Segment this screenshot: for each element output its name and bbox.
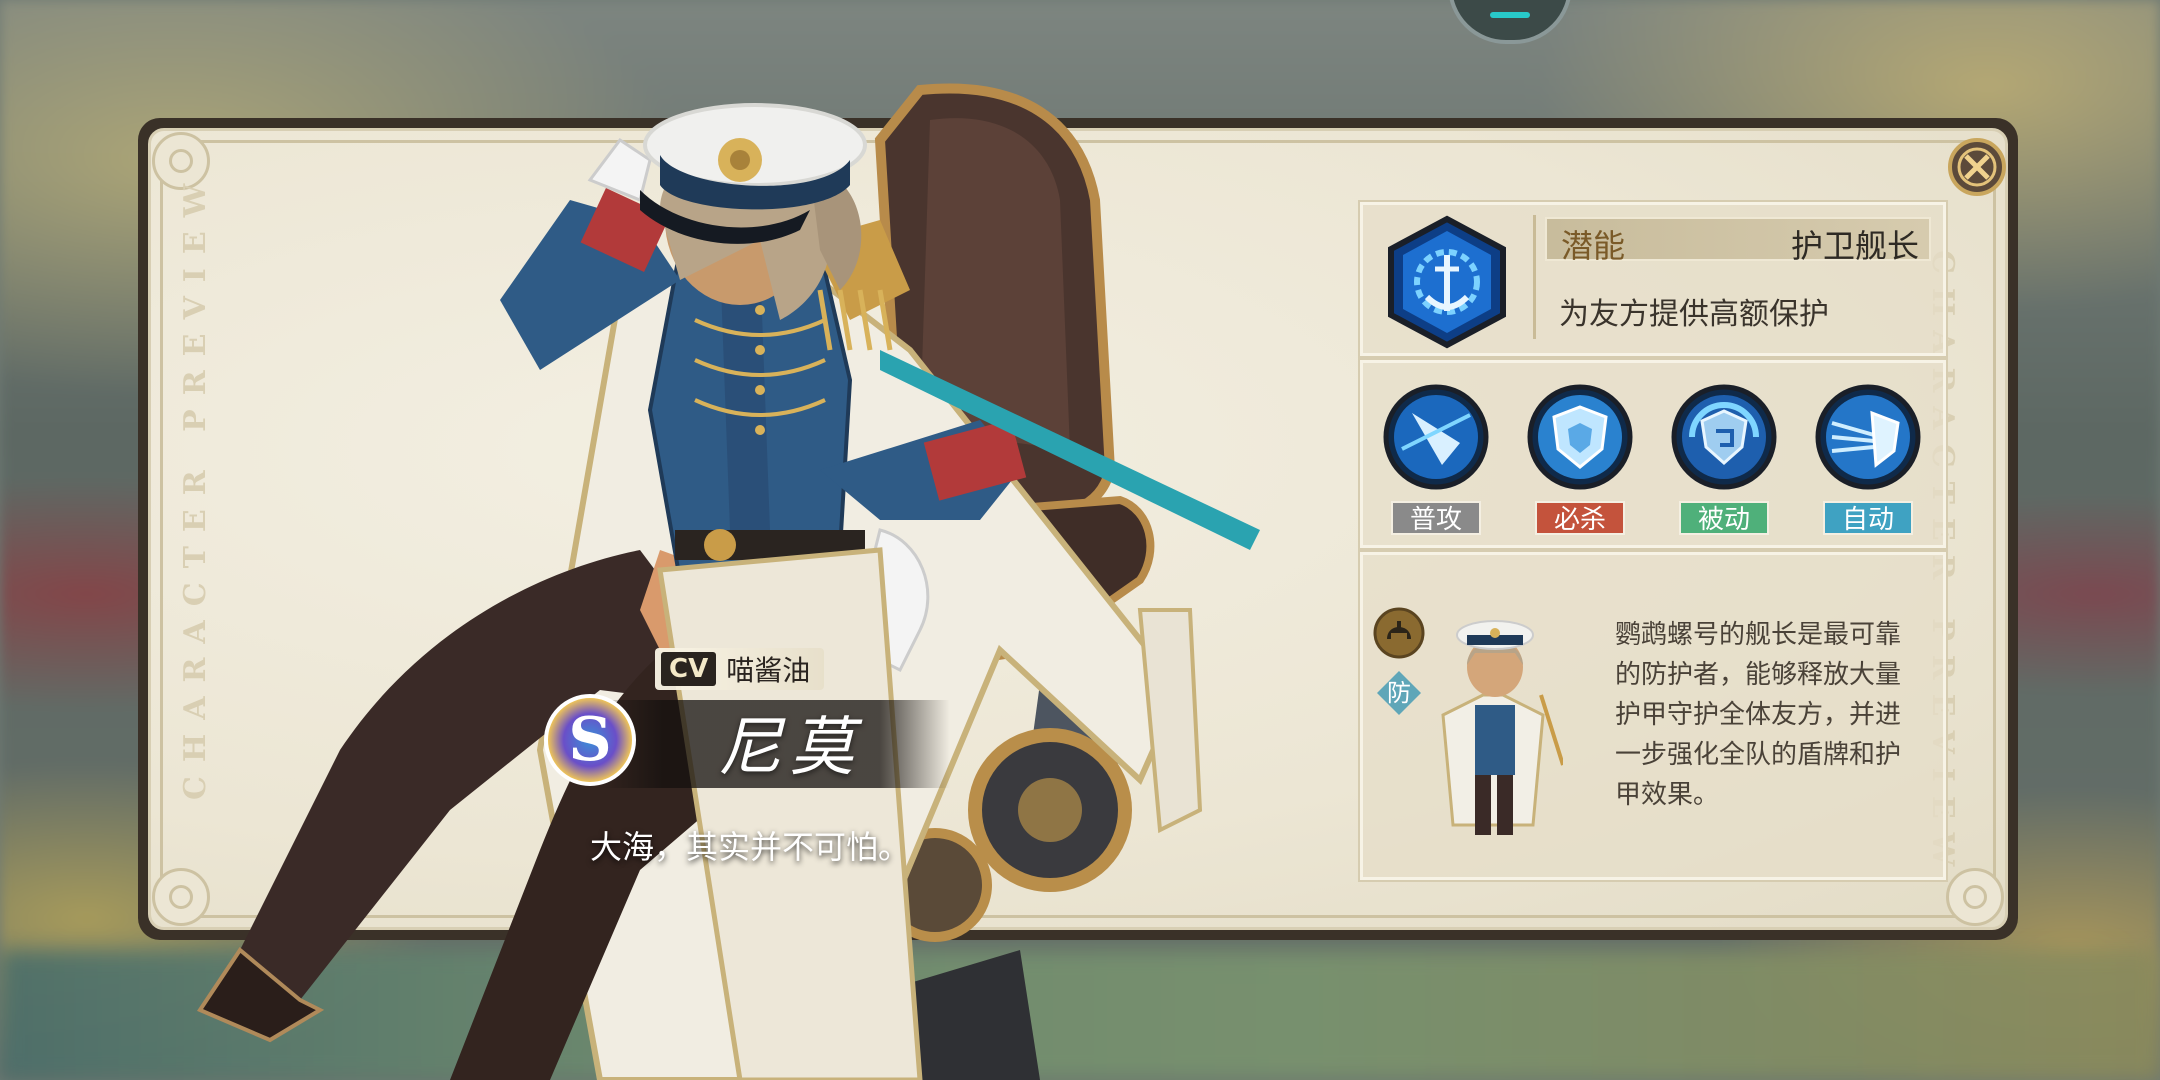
rank-letter: S bbox=[568, 705, 611, 775]
shield-passive-icon[interactable] bbox=[1670, 383, 1778, 491]
profile-panel: 防 鹦鹉螺号的舰长是最可靠的防护者，能够释放大量护甲守护全体友方，并进一步强化全… bbox=[1360, 552, 1946, 880]
potential-description: 为友方提供高额保护 bbox=[1559, 297, 1829, 332]
rank-s-icon: S bbox=[544, 694, 636, 786]
cv-name: 喵酱油 bbox=[726, 654, 811, 687]
potential-panel: 潜能 护卫舰长 为友方提供高额保护 bbox=[1360, 202, 1946, 356]
cv-badge: CV bbox=[661, 652, 717, 686]
character-name: 尼莫 bbox=[718, 711, 862, 785]
potential-name: 护卫舰长 bbox=[1790, 227, 1919, 265]
character-quote: 大海，其实并不可怕。 bbox=[590, 828, 911, 866]
skill-label: 自动 bbox=[1823, 501, 1913, 535]
shield-auto-icon[interactable] bbox=[1814, 383, 1922, 491]
shield-ultimate-icon[interactable] bbox=[1526, 383, 1634, 491]
potential-divider bbox=[1533, 215, 1536, 339]
close-button[interactable] bbox=[1948, 138, 2006, 196]
skill-passive[interactable]: 被动 bbox=[1669, 383, 1779, 535]
skill-auto[interactable]: 自动 bbox=[1813, 383, 1923, 535]
helmet-class-icon bbox=[1373, 607, 1425, 659]
chibi-portrait bbox=[1441, 620, 1563, 835]
skill-label: 普攻 bbox=[1391, 501, 1481, 535]
potential-header: 潜能 护卫舰长 bbox=[1545, 217, 1931, 265]
sword-strike-icon[interactable] bbox=[1382, 383, 1490, 491]
skills-panel: 普攻 必杀 被动 自动 bbox=[1360, 360, 1946, 548]
potential-label: 潜能 bbox=[1561, 227, 1626, 265]
close-icon bbox=[1957, 147, 1997, 187]
anchor-gear-icon[interactable] bbox=[1385, 215, 1509, 349]
skill-normal-attack[interactable]: 普攻 bbox=[1381, 383, 1491, 535]
profile-description: 鹦鹉螺号的舰长是最可靠的防护者，能够释放大量护甲守护全体友方，并进一步强化全队的… bbox=[1615, 620, 1902, 810]
voice-actor-tag: CV 喵酱油 bbox=[655, 648, 825, 690]
skill-ultimate[interactable]: 必杀 bbox=[1525, 383, 1635, 535]
character-illustration bbox=[197, 83, 1260, 1080]
role-label: 防 bbox=[1387, 679, 1411, 707]
skill-label: 必杀 bbox=[1535, 501, 1625, 535]
skill-label: 被动 bbox=[1679, 501, 1769, 535]
